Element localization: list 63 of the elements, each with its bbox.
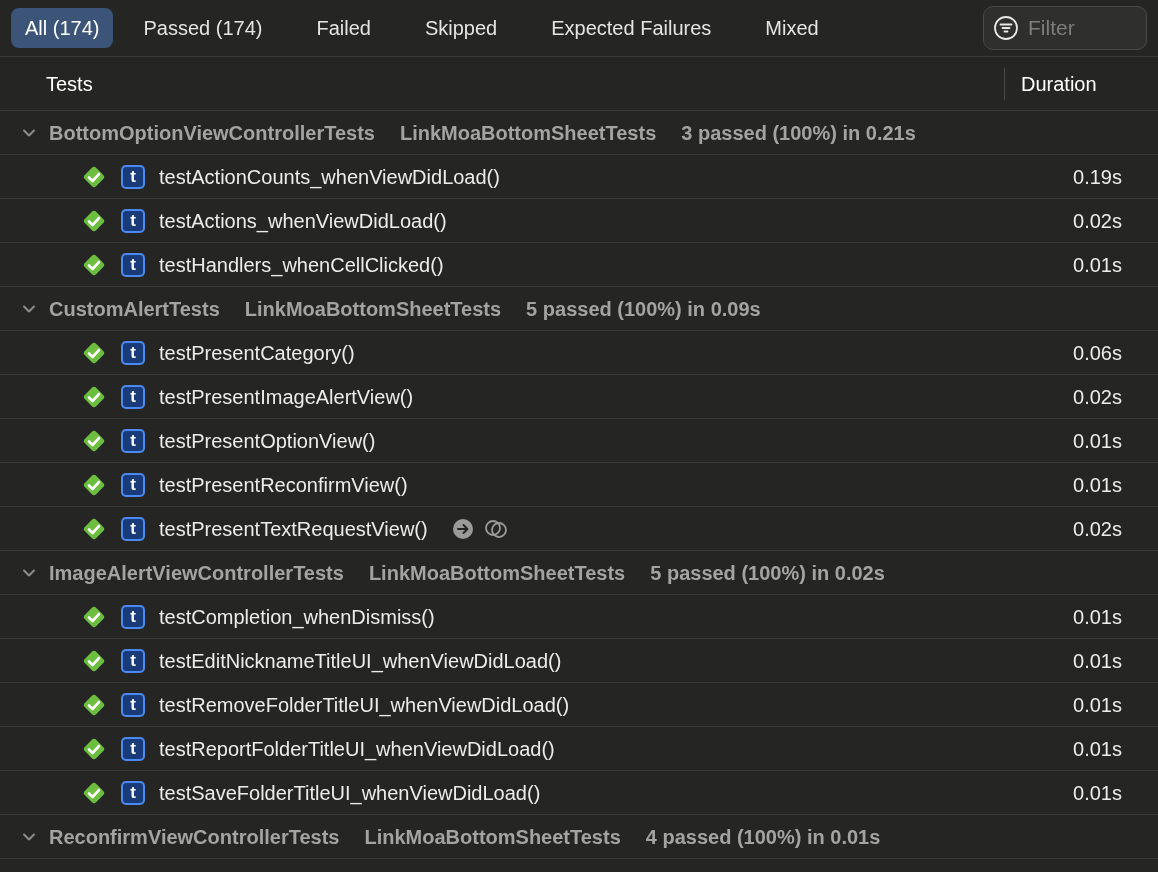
filter-tab[interactable]: Failed xyxy=(302,8,385,48)
test-name: testCompletion_whenDismiss() xyxy=(159,604,435,631)
group-summary: 3 passed (100%) in 0.21s xyxy=(681,120,916,146)
overlapping-circles-icon[interactable] xyxy=(483,517,508,540)
test-duration: 0.19s xyxy=(1073,164,1122,190)
group-name: ImageAlertViewControllerTests xyxy=(49,560,344,586)
filter-icon xyxy=(993,15,1019,41)
test-name: testPresentCategory() xyxy=(159,340,355,366)
test-duration: 0.01s xyxy=(1073,648,1122,674)
group-name: BottomOptionViewControllerTests xyxy=(49,120,375,146)
test-name: testRemoveFolderTitleUI_whenViewDidLoad() xyxy=(159,692,570,719)
arrow-circle-icon[interactable] xyxy=(451,517,474,540)
test-badge: t xyxy=(121,472,145,497)
group-summary: 4 passed (100%) in 0.01s xyxy=(645,824,881,850)
test-name: testPresentTextRequestView() xyxy=(159,516,428,542)
test-duration: 0.01s xyxy=(1073,428,1122,454)
test-duration: 0.01s xyxy=(1073,736,1122,762)
group-target: LinkMoaBottomSheetTests xyxy=(368,560,626,586)
test-name: testPresentOptionView() xyxy=(159,428,376,454)
test-duration: 0.01s xyxy=(1073,472,1122,498)
test-duration: 0.01s xyxy=(1073,692,1122,718)
test-badge: t xyxy=(121,648,145,673)
column-header: Duration xyxy=(1021,71,1097,97)
test-badge: t xyxy=(121,516,145,541)
filter-tab[interactable]: All (174) xyxy=(11,8,114,48)
filter-tab[interactable]: Skipped xyxy=(410,8,512,48)
group-target: LinkMoaBottomSheetTests xyxy=(399,120,657,146)
test-badge: t xyxy=(121,780,145,805)
test-name: testPresentImageAlertView() xyxy=(159,384,414,410)
group-name: CustomAlertTests xyxy=(49,296,220,322)
test-duration: 0.02s xyxy=(1073,516,1122,542)
test-name: testEditNicknameTitleUI_whenViewDidLoad() xyxy=(159,648,562,675)
group-summary: 5 passed (100%) in 0.09s xyxy=(526,296,761,322)
test-name: testPresentReconfirmView() xyxy=(159,472,408,498)
test-badge: t xyxy=(121,736,145,761)
test-name: testActionCounts_whenViewDidLoad() xyxy=(159,164,500,191)
test-badge: t xyxy=(121,692,145,717)
filter-tab[interactable]: Expected Failures xyxy=(537,8,726,48)
test-duration: 0.06s xyxy=(1073,340,1122,366)
group-name: ReconfirmViewControllerTests xyxy=(49,824,340,850)
test-badge: t xyxy=(121,340,145,365)
test-name: testReportFolderTitleUI_whenViewDidLoad() xyxy=(159,736,555,763)
group-target: LinkMoaBottomSheetTests xyxy=(244,296,502,322)
test-badge: t xyxy=(121,428,145,453)
column-header: Tests xyxy=(45,71,93,97)
test-name: testActions_whenViewDidLoad() xyxy=(159,208,447,235)
test-badge: t xyxy=(121,208,145,233)
test-duration: 0.01s xyxy=(1073,252,1122,278)
filter-tab[interactable]: Passed (174) xyxy=(129,8,277,48)
test-duration: 0.01s xyxy=(1073,780,1122,806)
test-badge: t xyxy=(121,604,145,629)
group-summary: 5 passed (100%) in 0.02s xyxy=(650,560,885,586)
test-duration: 0.02s xyxy=(1073,384,1122,410)
test-badge: t xyxy=(121,164,145,189)
test-name: testSaveFolderTitleUI_whenViewDidLoad() xyxy=(159,780,541,807)
filter-field[interactable]: Filter xyxy=(983,6,1147,50)
test-badge: t xyxy=(121,252,145,277)
test-duration: 0.02s xyxy=(1073,208,1122,234)
group-target: LinkMoaBottomSheetTests xyxy=(364,824,621,850)
test-badge: t xyxy=(121,384,145,409)
filter-tab[interactable]: Mixed xyxy=(751,8,833,48)
test-name: testHandlers_whenCellClicked() xyxy=(159,252,444,279)
test-duration: 0.01s xyxy=(1073,604,1122,630)
